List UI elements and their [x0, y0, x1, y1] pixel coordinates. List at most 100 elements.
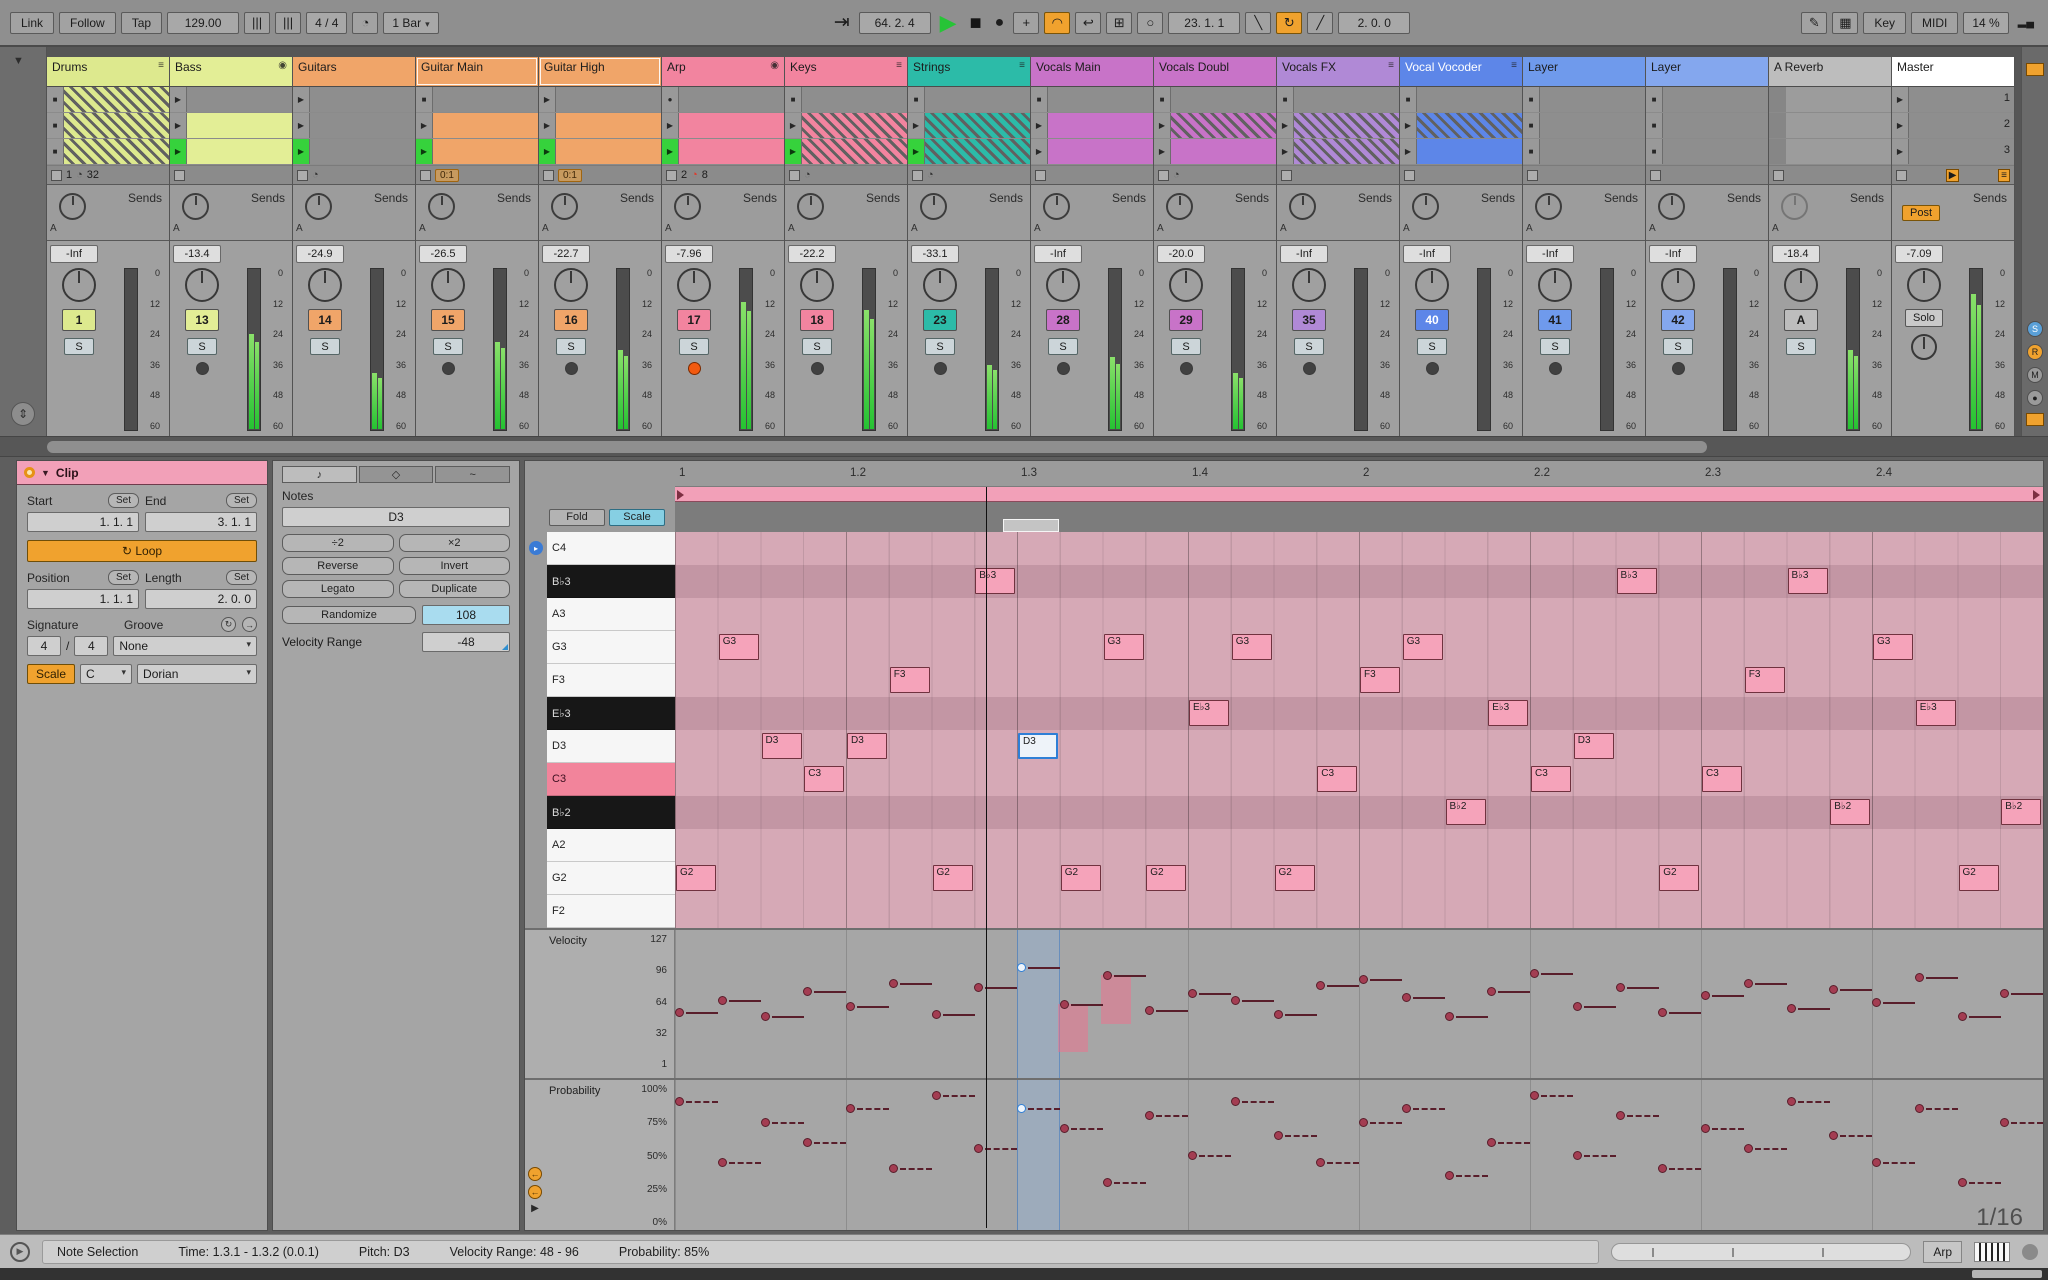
midi-note-d3[interactable]: D3 [847, 733, 887, 759]
probability-dot[interactable] [1359, 1118, 1368, 1127]
solo-button[interactable]: S [1540, 338, 1570, 355]
clip-slot-body[interactable] [310, 139, 415, 164]
follow-playhead-icon[interactable]: ⇥ [830, 12, 854, 34]
solo-button[interactable]: S [802, 338, 832, 355]
send-a-knob[interactable] [1535, 193, 1562, 220]
stop-all-clips-button[interactable] [420, 169, 431, 181]
stop-all-clips-button[interactable] [912, 169, 923, 181]
device-title[interactable]: Arp [1923, 1240, 1962, 1263]
send-a-knob[interactable] [1043, 193, 1070, 220]
clip-launch-icon[interactable]: ▶ [1277, 139, 1294, 164]
record-arm-button[interactable] [1179, 362, 1193, 375]
clip-slot[interactable]: ▶ [1277, 139, 1399, 164]
clip-slot-body[interactable] [1417, 87, 1522, 112]
track-collapse-icon[interactable]: ◉ [770, 60, 779, 71]
clip-slot-body[interactable] [1663, 87, 1768, 112]
clip-playing-icon[interactable]: ▶ [662, 139, 679, 164]
clip-playing-icon[interactable]: ▶ [170, 139, 187, 164]
midi-note-e-3[interactable]: E♭3 [1915, 700, 1956, 726]
randomize-button[interactable]: Randomize [282, 606, 416, 624]
velocity-dot[interactable] [1401, 993, 1411, 1002]
clip-stop-icon[interactable]: ■ [47, 113, 64, 138]
volume-display[interactable]: -Inf [50, 245, 98, 263]
loop-brace-area[interactable] [675, 502, 2043, 532]
velocity-dot[interactable] [1957, 1012, 1967, 1021]
stop-all-clips-button[interactable] [51, 169, 62, 181]
piano-key-g2[interactable]: G2 [547, 862, 675, 895]
clip-slot[interactable]: ■ [1277, 87, 1399, 112]
stop-all-clips-button[interactable] [1281, 169, 1292, 181]
probability-label[interactable]: Probability [549, 1085, 600, 1097]
pan-knob[interactable] [1538, 268, 1572, 302]
clip-launch-icon[interactable]: ▶ [785, 113, 802, 138]
clip-slot[interactable]: ■ [1646, 113, 1768, 138]
clip-slot[interactable]: ▶ [293, 139, 415, 164]
velocity-dot[interactable] [675, 1008, 684, 1017]
send-a-knob[interactable] [1412, 193, 1439, 220]
clip-slot-body[interactable]: 1 [1909, 87, 2014, 112]
preview-icon[interactable]: ▸ [529, 541, 543, 555]
solo-cue-badge[interactable]: S [2027, 321, 2043, 337]
track-number[interactable]: 42 [1661, 309, 1695, 331]
note-grid[interactable]: G2 G3 D3 C3 D3 F3 G2 B♭3 D3 G2 G3 G2 E♭3 G3 G2 C3 F3 G3 B♭… [675, 532, 2043, 928]
track-header-vocals-doubl[interactable]: Vocals Doubl [1154, 57, 1276, 87]
clip-slot-body[interactable] [1417, 113, 1522, 138]
clip-slot[interactable]: ▶ [539, 113, 661, 138]
clip-slot[interactable]: ■ [1523, 87, 1645, 112]
pan-knob[interactable] [308, 268, 342, 302]
loop-length-display[interactable]: 2. 0. 0 [1338, 11, 1411, 34]
stop-all-clips-button[interactable] [1158, 169, 1169, 181]
track-number[interactable]: 16 [554, 309, 588, 331]
clip-slot[interactable]: ■ [1031, 87, 1153, 112]
clip-empty-icon[interactable] [1769, 87, 1786, 112]
midi-note-d3[interactable]: D3 [1018, 733, 1058, 759]
piano-key-f3[interactable]: F3 [547, 664, 675, 697]
piano-key-g3[interactable]: G3 [547, 631, 675, 664]
back-to-arrangement-icon[interactable]: ▶ [1945, 168, 1960, 182]
send-a-knob[interactable] [1781, 193, 1808, 220]
track-number[interactable]: 14 [308, 309, 342, 331]
stop-button[interactable]: ■ [966, 12, 986, 34]
sends-badge[interactable]: ● [2027, 390, 2043, 406]
piano-key-b-3[interactable]: B♭3 [547, 565, 675, 598]
clip-stop-icon[interactable]: ■ [1154, 87, 1171, 112]
probability-dot[interactable] [1872, 1158, 1881, 1167]
piano-icon[interactable] [1974, 1241, 2010, 1262]
track-header-guitar-main[interactable]: Guitar Main [416, 57, 538, 87]
probability-dot[interactable] [888, 1164, 898, 1173]
record-arm-button[interactable] [564, 362, 578, 375]
velocity-dot[interactable] [1658, 1008, 1668, 1017]
piano-key-c4[interactable]: C4 [547, 532, 675, 565]
stop-all-clips-button[interactable] [297, 169, 308, 181]
clip-slot[interactable]: ▶ [416, 139, 538, 164]
clip-slot[interactable]: ▶ [1154, 113, 1276, 138]
clip-overview-bar[interactable] [1611, 1242, 1912, 1261]
scale-name-select[interactable]: Dorian ▾ [137, 664, 257, 684]
record-arm-button[interactable] [1548, 362, 1562, 375]
midi-note-b-3[interactable]: B♭3 [975, 568, 1016, 594]
clip-stop-icon[interactable]: ■ [1400, 87, 1417, 112]
horizontal-scrollbar[interactable] [0, 436, 2048, 457]
double-time-button[interactable]: ×2 [398, 534, 510, 552]
volume-display[interactable]: -7.96 [665, 245, 713, 263]
remove-lane-icon[interactable]: ← [528, 1185, 542, 1199]
solo-button[interactable]: S [1171, 338, 1201, 355]
track-header-layer[interactable]: Layer [1523, 57, 1645, 87]
clip-slot-body[interactable] [1786, 139, 1891, 164]
loop-start-display[interactable]: 23. 1. 1 [1168, 11, 1241, 34]
set-position-button[interactable]: Set [107, 570, 139, 585]
clip-launch-icon[interactable]: ▶ [539, 113, 556, 138]
clip-slot[interactable]: ▶ [1277, 113, 1399, 138]
probability-dot[interactable] [1487, 1138, 1497, 1147]
reverse-button[interactable]: Reverse [282, 557, 394, 575]
send-a-knob[interactable] [1166, 193, 1193, 220]
clip-end-field[interactable]: 3. 1. 1 [145, 512, 257, 532]
nudge-up-icon[interactable]: ||| [275, 11, 302, 34]
midi-note-c3[interactable]: C3 [1531, 766, 1571, 792]
volume-display[interactable]: -Inf [1649, 245, 1697, 263]
volume-display[interactable]: -7.09 [1895, 245, 1943, 263]
volume-display[interactable]: -Inf [1034, 245, 1082, 263]
automation-arm-icon[interactable]: ◠ [1044, 11, 1071, 34]
midi-note-g2[interactable]: G2 [676, 865, 716, 891]
midi-note-g3[interactable]: G3 [1873, 634, 1913, 660]
